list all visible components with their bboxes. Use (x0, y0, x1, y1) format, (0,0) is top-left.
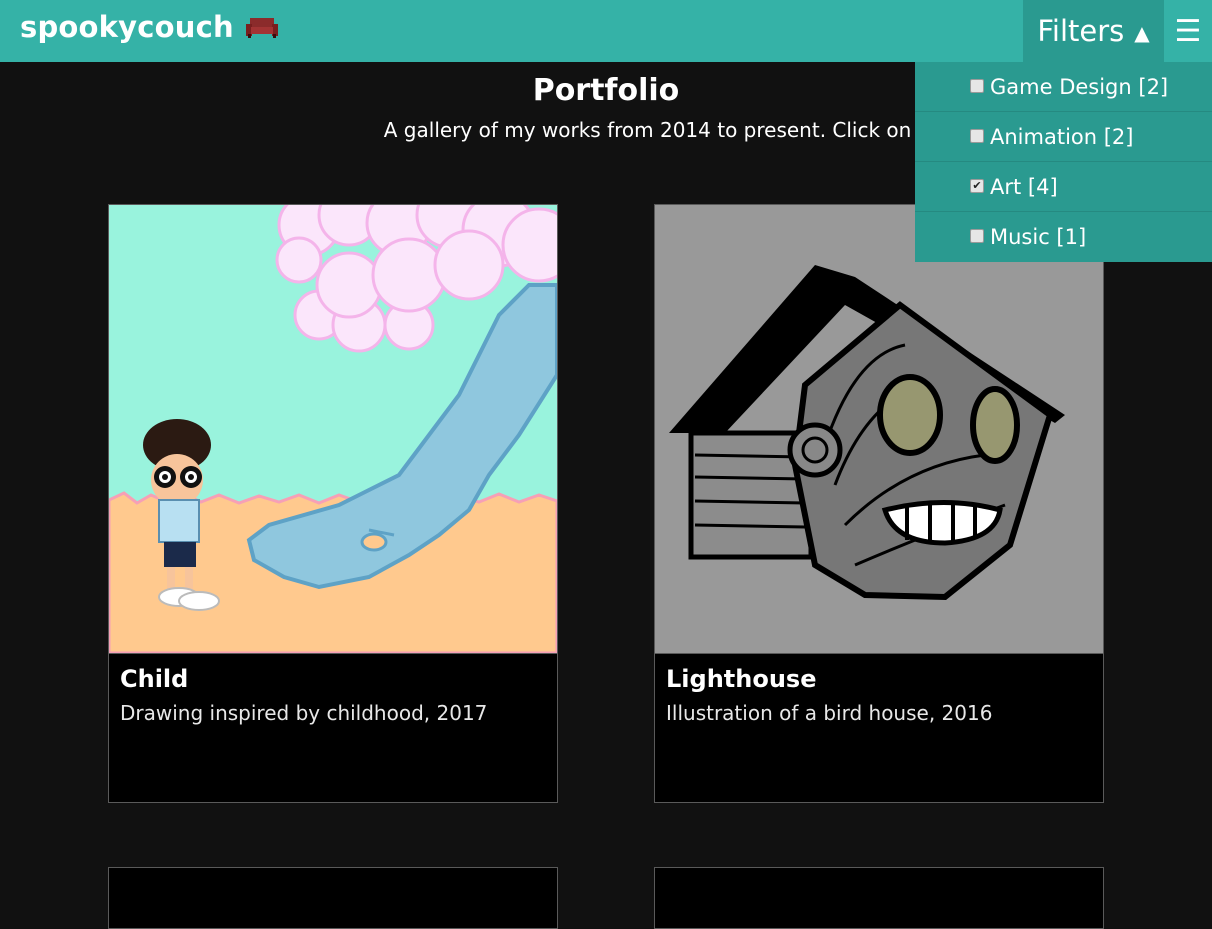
filter-item-game-design[interactable]: Game Design [2] (915, 62, 1212, 112)
card-description: Illustration of a bird house, 2016 (666, 701, 993, 725)
filter-checkbox[interactable] (970, 129, 984, 143)
filter-item-art[interactable]: ✔ Art [4] (915, 162, 1212, 212)
card-title: Lighthouse (666, 665, 817, 693)
card-title: Child (120, 665, 189, 693)
portfolio-card[interactable] (654, 867, 1104, 929)
portfolio-card[interactable] (108, 867, 558, 929)
filter-item-music[interactable]: Music [1] (915, 212, 1212, 261)
filter-checkbox[interactable] (970, 229, 984, 243)
filters-dropdown: Game Design [2] Animation [2] ✔ Art [4] … (915, 62, 1212, 262)
caret-up-icon: ▲ (1134, 21, 1150, 45)
lighthouse-artwork-image[interactable] (655, 205, 1103, 654)
filter-label: Animation [2] (990, 124, 1134, 149)
portfolio-card-lighthouse[interactable]: Lighthouse Illustration of a bird house,… (654, 204, 1104, 803)
brand-name[interactable]: spookycouch (20, 10, 234, 44)
hamburger-menu-icon[interactable]: ☰ (1164, 0, 1212, 62)
child-artwork-image[interactable] (109, 205, 557, 654)
filter-item-animation[interactable]: Animation [2] (915, 112, 1212, 162)
filter-checkbox[interactable] (970, 79, 984, 93)
filter-label: Music [1] (990, 224, 1087, 249)
filter-label: Art [4] (990, 174, 1058, 199)
site-brand[interactable]: spookycouch (20, 10, 278, 44)
portfolio-card-child[interactable]: Child Drawing inspired by childhood, 201… (108, 204, 558, 803)
top-navigation-bar: spookycouch Filters ▲ ☰ (0, 0, 1212, 62)
filters-label: Filters (1037, 14, 1125, 48)
filter-label: Game Design [2] (990, 74, 1169, 99)
filter-checkbox[interactable]: ✔ (970, 179, 984, 193)
birdhouse-illustration (655, 205, 1103, 653)
filters-toggle-button[interactable]: Filters ▲ (1023, 0, 1164, 62)
couch-icon (245, 18, 278, 38)
child-illustration (109, 205, 557, 653)
card-description: Drawing inspired by childhood, 2017 (120, 701, 488, 725)
